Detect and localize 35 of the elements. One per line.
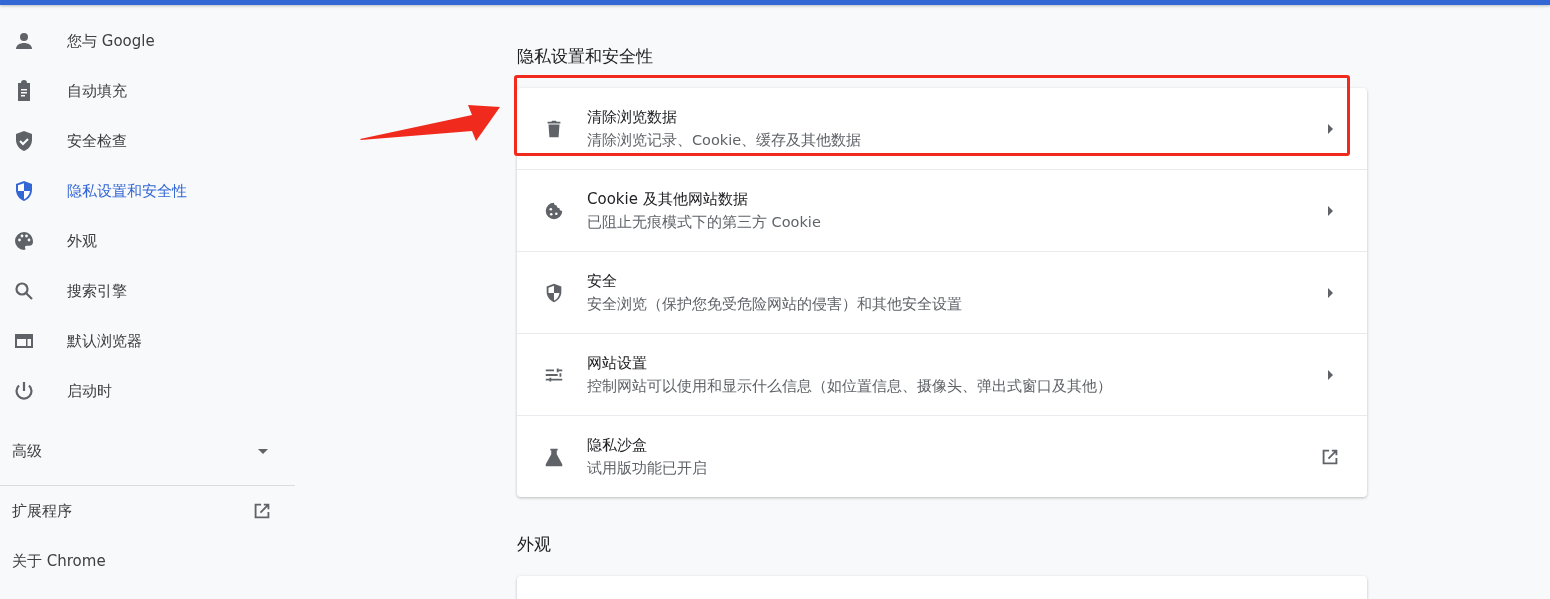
settings-row[interactable]: 清除浏览数据 清除浏览记录、Cookie、缓存及其他数据 [517, 88, 1367, 169]
caret-icon [258, 448, 268, 454]
row-subtitle: 清除浏览记录、Cookie、缓存及其他数据 [587, 130, 863, 150]
row-subtitle: 控制网站可以使用和显示什么信息（如位置信息、摄像头、弹出式窗口及其他） [587, 376, 1113, 396]
row-subtitle: 试用版功能已开启 [587, 458, 708, 478]
chevron-icon [1328, 205, 1333, 216]
sidebar-link[interactable]: 扩展程序 [0, 486, 295, 536]
row-subtitle: 已阻止无痕模式下的第三方 Cookie [587, 212, 822, 232]
palette-icon [12, 229, 36, 253]
section-title: 外观 [517, 533, 552, 556]
power-icon [12, 379, 36, 403]
row-subtitle: 安全浏览（保护您免受危险网站的侵害）和其他安全设置 [587, 294, 963, 314]
row-title: 隐私沙盒 [587, 435, 648, 455]
section-title: 隐私设置和安全性 [517, 45, 654, 68]
sidebar-item[interactable]: 安全检查 [0, 116, 295, 166]
advanced-toggle[interactable]: 高级 [0, 426, 295, 476]
chevron-icon [1328, 287, 1333, 298]
settings-row[interactable]: 安全 安全浏览（保护您免受危险网站的侵害）和其他安全设置 [517, 251, 1367, 333]
settings-row[interactable]: 网站设置 控制网站可以使用和显示什么信息（如位置信息、摄像头、弹出式窗口及其他） [517, 333, 1367, 415]
sidebar-item[interactable]: 隐私设置和安全性 [0, 166, 295, 216]
chevron-icon [1328, 123, 1333, 134]
settings-row[interactable]: 隐私沙盒 试用版功能已开启 [517, 415, 1367, 497]
row-title: Cookie 及其他网站数据 [587, 189, 749, 209]
sidebar-item[interactable]: 默认浏览器 [0, 316, 295, 366]
sidebar-link[interactable]: 关于 Chrome [0, 536, 295, 586]
row-title: 网站设置 [587, 353, 648, 373]
sidebar-item[interactable]: 搜索引擎 [0, 266, 295, 316]
sidebar-item[interactable]: 您与 Google [0, 16, 295, 66]
sidebar-item[interactable]: 自动填充 [0, 66, 295, 116]
sidebar-item[interactable]: 启动时 [0, 366, 295, 416]
sidebar-item[interactable]: 外观 [0, 216, 295, 266]
settings-row[interactable]: Cookie 及其他网站数据 已阻止无痕模式下的第三方 Cookie [517, 169, 1367, 251]
row-title: 安全 [587, 271, 618, 291]
row-title: 清除浏览数据 [587, 107, 678, 127]
chevron-icon [1328, 369, 1333, 380]
